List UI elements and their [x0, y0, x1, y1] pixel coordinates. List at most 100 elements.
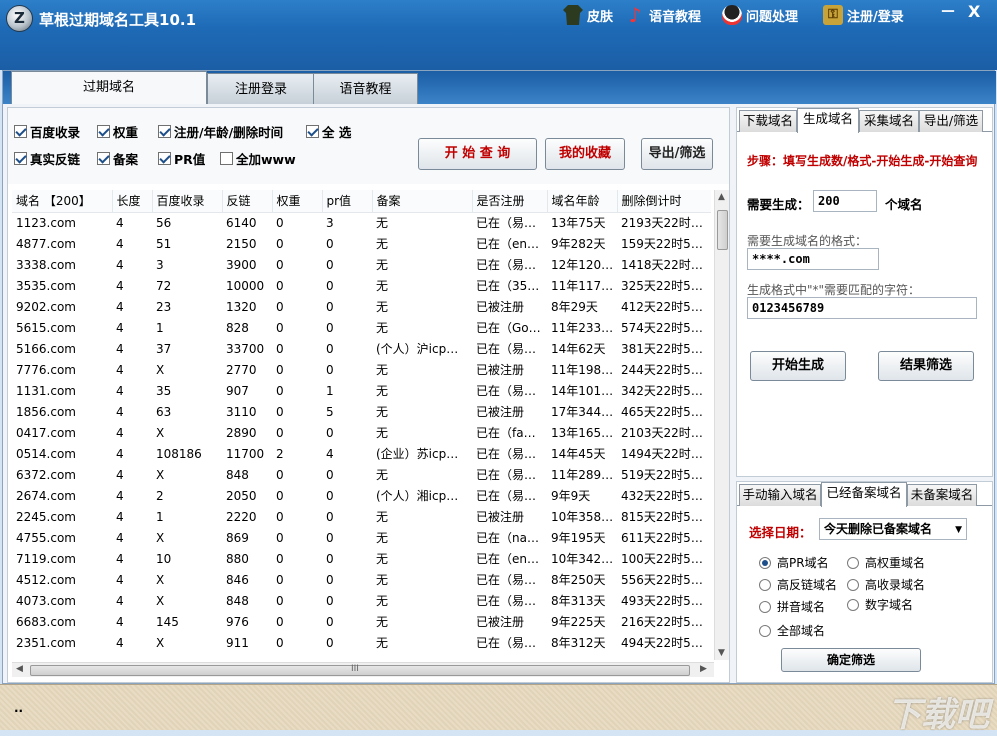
table-row[interactable]: 2674.com 4 2 2050 0 0 (个人）湘icp… 已在（易… 9年9天 432天22… — [12, 485, 711, 506]
radio-pinyin[interactable]: 拼音域名 — [759, 598, 825, 615]
scroll-left-icon[interactable]: ◀ — [16, 664, 23, 674]
col-header-length[interactable]: 长度 — [112, 190, 153, 213]
checkbox[interactable] — [158, 125, 171, 138]
option-real-backlink[interactable]: 真实反链 — [14, 149, 80, 168]
checkbox[interactable] — [306, 125, 319, 138]
table-row[interactable]: 4512.com 4 X 846 0 0 无 已在（易… 8年250天 556天22时59… — [12, 569, 711, 590]
checkbox[interactable] — [14, 125, 27, 138]
tab-register-login[interactable]: 注册登录 — [207, 73, 315, 104]
checkbox[interactable] — [97, 152, 110, 165]
table-row[interactable]: 5615.com 4 1 828 0 0 无 已在（Go… 11年233… 574天22时59… — [12, 317, 711, 338]
radio-dot[interactable] — [759, 578, 771, 591]
close-button[interactable]: X — [968, 2, 980, 21]
col-header-domain[interactable]: 域名 【200】 — [12, 190, 113, 213]
table-row[interactable]: 4073.com 4 X 848 0 0 无 已在（易… 8年313天 493天22时59… — [12, 590, 711, 611]
table-row[interactable]: 4755.com 4 X 869 0 0 无 已在（na… 9年195天 611天22时59… — [12, 527, 711, 548]
col-header-age[interactable]: 域名年龄 — [547, 190, 618, 213]
help-button[interactable]: 问题处理 — [722, 4, 798, 26]
tab-icp-domains[interactable]: 已经备案域名 — [821, 482, 907, 507]
table-row[interactable]: 4877.com 4 51 2150 0 0 无 已在（en… 9年282天 159天22时59… — [12, 233, 711, 254]
table-row[interactable]: 1131.com 4 35 907 0 1 无 已在（易… 14年101… 342天22时59… — [12, 380, 711, 401]
table-row[interactable]: 1856.com 4 63 3110 0 5 无 已被注册 17年344… 465天22时59… — [12, 401, 711, 422]
checkbox[interactable] — [97, 125, 110, 138]
tab-non-icp-domains[interactable]: 未备案域名 — [907, 484, 977, 506]
checkbox[interactable] — [158, 152, 171, 165]
hscroll-thumb[interactable]: III — [30, 664, 690, 676]
tab-download-domains[interactable]: 下载域名 — [739, 110, 797, 132]
table-cell: 574天22时59… — [621, 321, 711, 335]
register-login-button[interactable]: ⚿ 注册/登录 — [823, 4, 904, 26]
tab-generate-domains[interactable]: 生成域名 — [797, 108, 859, 133]
option-add-www[interactable]: 全加www — [220, 149, 296, 168]
export-filter-button[interactable]: 导出/筛选 — [641, 138, 713, 170]
horizontal-scrollbar[interactable]: ◀ III ▶ — [12, 662, 714, 677]
checkbox[interactable] — [14, 152, 27, 165]
voice-tutorial-button[interactable]: ♪ 语音教程 — [625, 4, 701, 26]
table-row[interactable]: 7119.com 4 10 880 0 0 无 已在（en… 10年342… 100天22时59… — [12, 548, 711, 569]
format-input[interactable]: ****.com — [747, 248, 879, 270]
tab-collect-domains[interactable]: 采集域名 — [859, 110, 919, 132]
table-row[interactable]: 9202.com 4 23 1320 0 0 无 已被注册 8年29天 412天22时59… — [12, 296, 711, 317]
table-cell: 2770 — [226, 362, 257, 377]
radio-dot[interactable] — [759, 624, 771, 637]
col-header-registered[interactable]: 是否注册 — [472, 190, 548, 213]
date-select[interactable]: 今天删除已备案域名 ▼ — [819, 518, 967, 540]
radio-dot[interactable] — [847, 598, 859, 611]
table-row[interactable]: 0417.com 4 X 2890 0 0 无 已在（fa… 13年165… 2103天22时5… — [12, 422, 711, 443]
col-header-backlink[interactable]: 反链 — [222, 190, 273, 213]
col-header-icp[interactable]: 备案 — [372, 190, 473, 213]
table-row[interactable]: 3338.com 4 3 3900 0 0 无 已在（易… 12年120… 1418天22时5… — [12, 254, 711, 275]
result-filter-button[interactable]: 结果筛选 — [878, 351, 974, 381]
table-row[interactable]: 7776.com 4 X 2770 0 0 无 已被注册 11年198… 244天22时59… — [12, 359, 711, 380]
table-row[interactable]: 2245.com 4 1 2220 0 0 无 已被注册 10年358… 815天22时59… — [12, 506, 711, 527]
table-cell: (个人）湘icp… — [376, 489, 459, 503]
col-header-pr[interactable]: pr值 — [322, 190, 373, 213]
radio-dot[interactable] — [847, 578, 859, 591]
radio-dot[interactable] — [759, 556, 771, 569]
skin-button[interactable]: 皮肤 — [563, 4, 613, 26]
favorites-button[interactable]: 我的收藏 — [545, 138, 625, 170]
table-row[interactable]: 6683.com 4 145 976 0 0 无 已被注册 9年225天 216天22时59… — [12, 611, 711, 632]
chars-input[interactable]: 0123456789 — [747, 297, 977, 319]
option-reg-age-del[interactable]: 注册/年龄/删除时间 — [158, 122, 283, 141]
option-baidu-index[interactable]: 百度收录 — [14, 122, 80, 141]
radio-high-pr[interactable]: 高PR域名 — [759, 554, 829, 571]
option-weight[interactable]: 权重 — [97, 122, 138, 141]
start-query-button[interactable]: 开 始 查 询 — [418, 138, 537, 170]
option-icp[interactable]: 备案 — [97, 149, 138, 168]
radio-all[interactable]: 全部域名 — [759, 622, 825, 639]
option-select-all[interactable]: 全 选 — [306, 122, 351, 141]
scroll-up-icon[interactable]: ▲ — [718, 192, 725, 202]
checkbox[interactable] — [220, 152, 233, 165]
generate-count-input[interactable]: 200 — [813, 190, 877, 212]
radio-high-backlink[interactable]: 高反链域名 — [759, 576, 837, 593]
tab-expired-domains[interactable]: 过期域名 — [11, 71, 207, 104]
option-pr[interactable]: PR值 — [158, 149, 205, 168]
table-row[interactable]: 0514.com 4 108186 11700 2 4 (企业）苏icp… 已在（易… 14年4… — [12, 443, 711, 464]
table-row[interactable]: 6372.com 4 X 848 0 0 无 已在（易… 11年289… 519天22时59… — [12, 464, 711, 485]
tab-voice-tutorial[interactable]: 语音教程 — [313, 73, 418, 104]
tab-export-filter[interactable]: 导出/筛选 — [919, 110, 983, 132]
minimize-button[interactable]: － — [940, 0, 956, 22]
radio-dot[interactable] — [847, 556, 859, 569]
col-header-weight[interactable]: 权重 — [272, 190, 323, 213]
table-row[interactable]: 3535.com 4 72 10000 0 0 无 已在（35… 11年117… 325天22时5… — [12, 275, 711, 296]
vertical-scrollbar[interactable]: ▲ ▼ — [714, 190, 729, 660]
radio-numeric[interactable]: 数字域名 — [847, 596, 913, 613]
scroll-down-icon[interactable]: ▼ — [718, 648, 725, 658]
col-header-countdown[interactable]: 删除倒计时 — [617, 190, 711, 213]
radio-high-index[interactable]: 高收录域名 — [847, 576, 925, 593]
scroll-right-icon[interactable]: ▶ — [700, 664, 707, 674]
scroll-thumb[interactable] — [717, 210, 728, 250]
tab-manual-input[interactable]: 手动输入域名 — [739, 484, 821, 506]
confirm-filter-button[interactable]: 确定筛选 — [781, 648, 921, 672]
col-header-baidu[interactable]: 百度收录 — [152, 190, 223, 213]
table-cell: 4 — [116, 509, 124, 524]
start-generate-button[interactable]: 开始生成 — [750, 351, 846, 381]
table-row[interactable]: 2351.com 4 X 911 0 0 无 已在（易… 8年312天 494天22时59… — [12, 632, 711, 653]
radio-high-weight[interactable]: 高权重域名 — [847, 554, 925, 571]
table-row[interactable]: 1123.com 4 56 6140 0 3 无 已在（易… 13年75天 2193天22时5… — [12, 212, 711, 233]
radio-dot[interactable] — [759, 600, 771, 613]
table-cell: 911 — [226, 635, 249, 650]
table-row[interactable]: 5166.com 4 37 33700 0 0 (个人）沪icp… 已在（易… 14年62天 38… — [12, 338, 711, 359]
